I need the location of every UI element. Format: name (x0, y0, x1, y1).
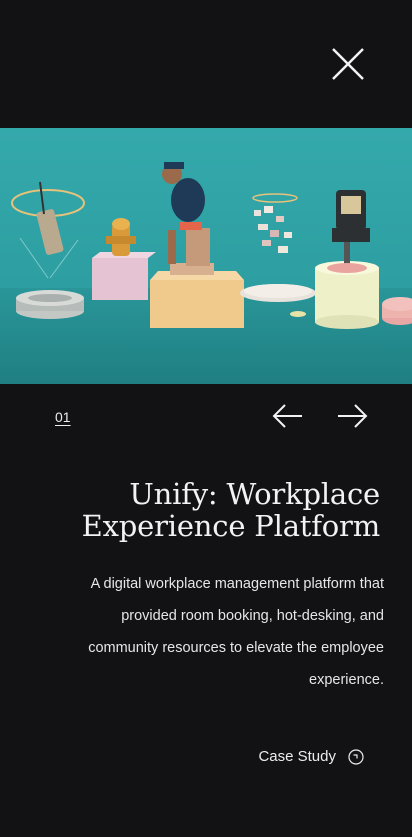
arrow-circle-icon (348, 748, 364, 765)
project-index[interactable]: 01 (55, 409, 71, 425)
arrow-left-icon (272, 404, 302, 428)
close-button[interactable] (328, 44, 368, 84)
case-study-label: Case Study (258, 748, 336, 765)
project-title-line-2: Experience Platform (81, 509, 381, 543)
project-title-line-1: Unify: Workplace (129, 477, 380, 511)
case-study-link[interactable]: Case Study (258, 748, 364, 765)
arrow-right-icon (338, 404, 368, 428)
project-title: Unify: Workplace Experience Platform (40, 477, 381, 543)
previous-button[interactable] (271, 402, 305, 430)
project-hero-image (0, 128, 412, 384)
close-icon (332, 48, 364, 80)
project-description: A digital workplace management platform … (88, 576, 384, 688)
next-button[interactable] (335, 402, 369, 430)
